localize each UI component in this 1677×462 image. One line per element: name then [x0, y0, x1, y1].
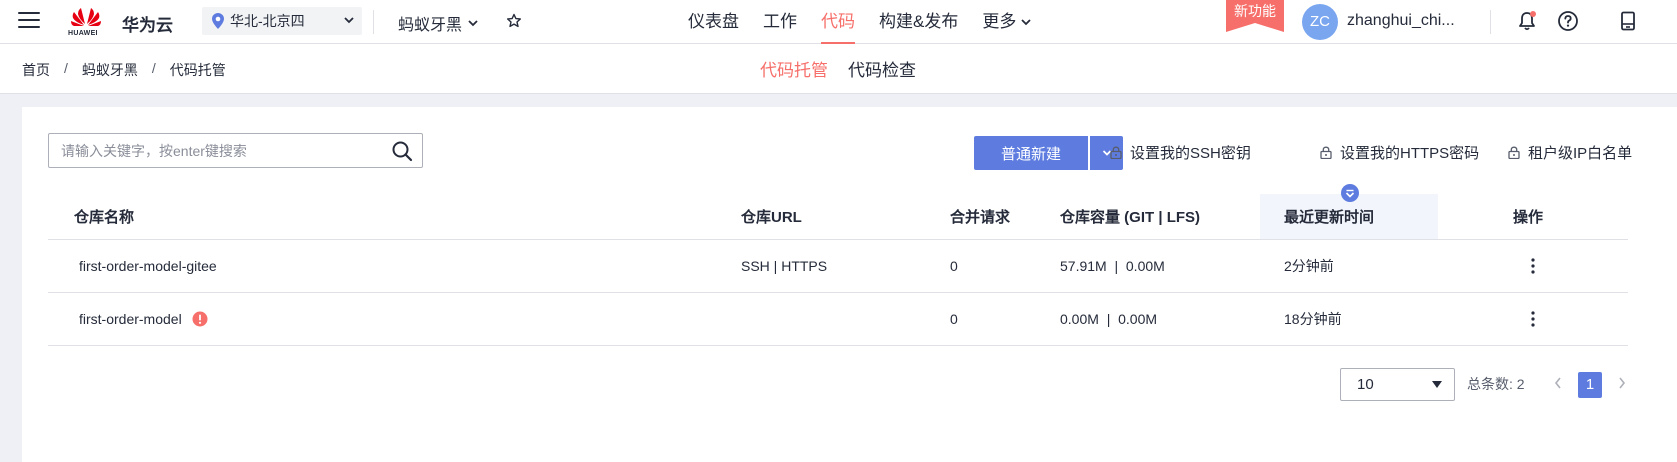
- new-repository-button[interactable]: 普通新建: [974, 136, 1088, 170]
- merge-request-count: 0: [950, 311, 958, 327]
- avatar[interactable]: ZC: [1302, 4, 1338, 40]
- help-icon[interactable]: [1557, 10, 1579, 32]
- chevron-down-icon: [468, 20, 478, 27]
- location-pin-icon: [212, 13, 224, 29]
- breadcrumb-separator: /: [151, 60, 156, 76]
- page-size-select[interactable]: 10: [1340, 368, 1455, 401]
- nav-item-work[interactable]: 工作: [751, 0, 809, 44]
- breadcrumb-current: 代码托管: [169, 62, 226, 78]
- breadcrumb-project[interactable]: 蚂蚁牙黑: [82, 60, 138, 80]
- sub-header: 首页 / 蚂蚁牙黑 / 代码托管 代码托管 代码检查: [0, 44, 1677, 94]
- repo-name-link[interactable]: first-order-model: [79, 311, 182, 327]
- nav-item-dashboard[interactable]: 仪表盘: [676, 0, 751, 44]
- username[interactable]: zhanghui_chi...: [1347, 12, 1477, 30]
- warning-icon[interactable]: [192, 311, 208, 327]
- bell-icon[interactable]: [1516, 10, 1538, 32]
- caret-down-icon: [1432, 381, 1442, 388]
- page-size-value: 10: [1357, 376, 1374, 393]
- service-tabs: 代码托管 代码检查: [760, 56, 936, 81]
- search-input[interactable]: [48, 133, 423, 168]
- brand-name[interactable]: 华为云: [122, 11, 173, 36]
- divider: [1490, 10, 1491, 34]
- merge-request-count: 0: [950, 258, 958, 274]
- lock-icon: [1110, 146, 1122, 159]
- repo-name-cell: first-order-model: [79, 293, 208, 345]
- project-selector[interactable]: 蚂蚁牙黑: [398, 11, 478, 35]
- region-label: 华北-北京四: [230, 13, 305, 29]
- nav-label: 更多: [982, 12, 1017, 31]
- breadcrumb-home[interactable]: 首页: [22, 60, 50, 80]
- nav-item-more[interactable]: 更多: [970, 0, 1043, 44]
- logo-text: HUAWEI: [68, 30, 98, 37]
- column-header-merge-requests: 合并请求: [950, 209, 1011, 226]
- link-label: 租户级IP白名单: [1528, 145, 1633, 162]
- last-updated: 2分钟前: [1284, 258, 1334, 274]
- new-feature-badge[interactable]: 新功能: [1226, 0, 1284, 32]
- project-name: 蚂蚁牙黑: [398, 17, 463, 34]
- https-password-link[interactable]: 设置我的HTTPS密码: [1320, 142, 1479, 163]
- repo-capacity: 57.91M | 0.00M: [1060, 258, 1165, 274]
- breadcrumb: 首页 / 蚂蚁牙黑 / 代码托管: [22, 60, 226, 80]
- column-header-capacity: 仓库容量 (GIT | LFS): [1060, 209, 1201, 226]
- table-header: 仓库名称 仓库URL 合并请求 仓库容量 (GIT | LFS) 最近更新时间 …: [48, 184, 1628, 240]
- chevron-down-icon: [344, 17, 354, 24]
- breadcrumb-separator: /: [64, 60, 68, 76]
- nav-item-build-release[interactable]: 构建&发布: [867, 0, 970, 44]
- region-selector[interactable]: 华北-北京四: [202, 7, 362, 35]
- nav-item-code[interactable]: 代码: [809, 0, 867, 44]
- chevron-left-icon[interactable]: [1553, 376, 1563, 390]
- chevron-right-icon[interactable]: [1617, 376, 1627, 390]
- link-label: 设置我的SSH密钥: [1130, 145, 1251, 162]
- table-row[interactable]: first-order-model 0 0.00M | 0.00M 18分钟前: [48, 293, 1628, 346]
- tab-code-check[interactable]: 代码检查: [848, 56, 916, 81]
- main-nav: 仪表盘 工作 代码 构建&发布 更多: [676, 0, 1043, 44]
- tab-code-hosting[interactable]: 代码托管: [760, 56, 828, 81]
- nav-label: 代码: [821, 12, 855, 31]
- column-header-updated[interactable]: 最近更新时间: [1284, 194, 1374, 239]
- column-header-actions: 操作: [1513, 209, 1544, 226]
- more-vertical-icon: [1531, 311, 1535, 327]
- mobile-app-icon[interactable]: [1617, 10, 1639, 32]
- last-updated: 18分钟前: [1284, 311, 1342, 327]
- repo-url-link[interactable]: SSH | HTTPS: [741, 240, 827, 292]
- more-vertical-icon: [1531, 258, 1535, 274]
- nav-label: 构建&发布: [879, 12, 959, 31]
- chevron-down-icon: [1021, 19, 1031, 26]
- ssh-key-link[interactable]: 设置我的SSH密钥: [1110, 142, 1251, 163]
- page-number-current[interactable]: 1: [1578, 372, 1602, 398]
- link-label: 设置我的HTTPS密码: [1340, 145, 1480, 162]
- more-actions-button[interactable]: [1531, 240, 1535, 292]
- total-count: 总条数: 2: [1467, 376, 1525, 392]
- star-icon[interactable]: [506, 13, 522, 29]
- repo-capacity: 0.00M | 0.00M: [1060, 311, 1158, 327]
- search-icon[interactable]: [391, 140, 413, 162]
- nav-label: 仪表盘: [688, 12, 739, 31]
- divider: [373, 10, 374, 34]
- ip-whitelist-link[interactable]: 租户级IP白名单: [1508, 142, 1632, 163]
- repo-name-link[interactable]: first-order-model-gitee: [79, 240, 217, 292]
- more-actions-button[interactable]: [1531, 293, 1535, 345]
- lock-icon: [1320, 146, 1332, 159]
- column-header-name[interactable]: 仓库名称: [74, 194, 134, 239]
- nav-label: 工作: [763, 12, 797, 31]
- menu-icon[interactable]: [18, 12, 40, 30]
- table-row[interactable]: first-order-model-gitee SSH | HTTPS 0 57…: [48, 240, 1628, 293]
- top-navigation-bar: HUAWEI 华为云 华北-北京四 蚂蚁牙黑 仪表盘 工作 代码 构建&发布 更…: [0, 0, 1677, 44]
- lock-icon: [1508, 146, 1520, 159]
- column-header-url: 仓库URL: [741, 209, 802, 226]
